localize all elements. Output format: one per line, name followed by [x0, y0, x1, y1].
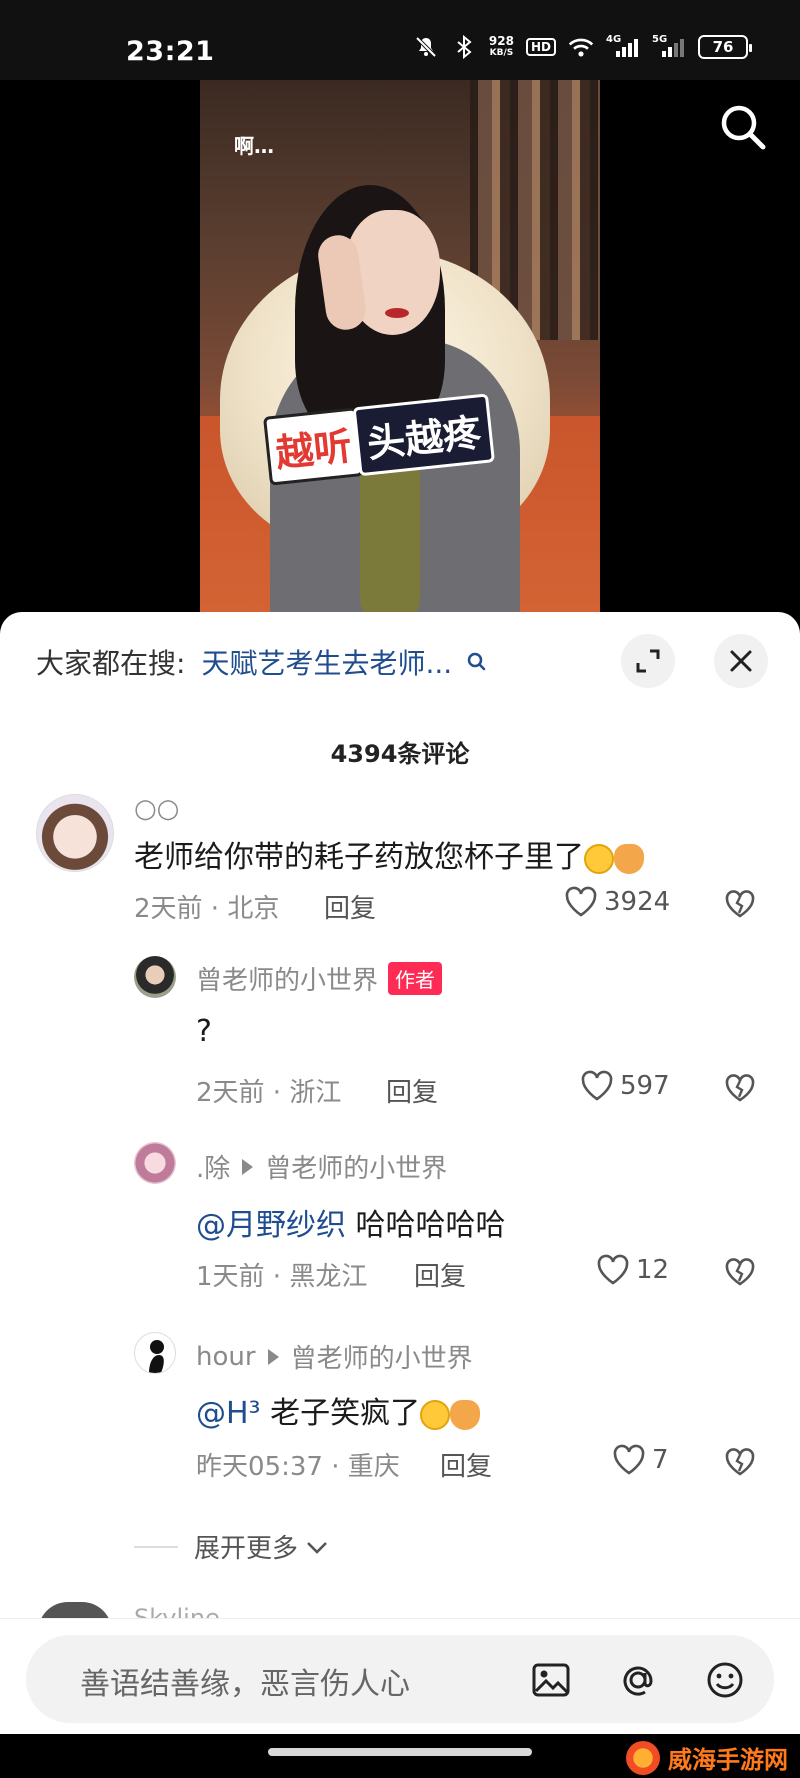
ok-hand-emoji-icon	[450, 1399, 481, 1430]
like-button[interactable]: 12	[596, 1254, 669, 1286]
reply-time-location: 1天前 · 黑龙江	[196, 1262, 368, 1292]
mute-bell-icon	[413, 34, 439, 60]
video-caption-part2: 头越疼	[352, 393, 496, 477]
hd-voice-badge: HD	[525, 38, 556, 56]
avatar[interactable]	[134, 956, 176, 998]
reply-button[interactable]: 回复	[414, 1256, 466, 1293]
reply-to-username[interactable]: 曾老师的小世界	[265, 1148, 447, 1185]
reply-button[interactable]: 回复	[324, 888, 376, 925]
heart-icon	[565, 886, 597, 917]
author-badge: 作者	[388, 962, 443, 995]
suggestion-query-link[interactable]: 天赋艺考生去老师...	[201, 642, 452, 682]
dislike-broken-heart-icon[interactable]	[724, 888, 756, 920]
expand-more-replies[interactable]: 展开更多	[134, 1528, 330, 1565]
emoji-picker-icon[interactable]	[704, 1659, 746, 1701]
reply-item: hour 曾老师的小世界 @H³ 老子笑疯了 昨天05:37 · 重庆 回复 7	[0, 1332, 800, 1492]
like-count: 597	[620, 1071, 670, 1101]
home-indicator[interactable]	[268, 1748, 532, 1756]
fullscreen-comments-button[interactable]	[621, 634, 675, 688]
dislike-broken-heart-icon[interactable]	[724, 1072, 756, 1104]
rolling-laughing-emoji-icon	[584, 843, 614, 874]
reply-item: .除 曾老师的小世界 @月野纱织 哈哈哈哈哈 1天前 · 黑龙江 回复 12	[0, 1142, 800, 1302]
search-icon	[721, 105, 766, 150]
mention-at-icon[interactable]	[617, 1659, 659, 1701]
reply-button[interactable]: 回复	[440, 1446, 492, 1483]
status-icons: 928 KB/S HD 4G 5G 76	[413, 34, 752, 60]
small-search-icon	[467, 652, 486, 671]
status-time: 23:21	[126, 36, 215, 67]
close-icon	[730, 650, 752, 672]
net-speed: 928 KB/S	[488, 34, 514, 58]
comment-input[interactable]: 善语结善缘，恶言伤人心	[26, 1635, 774, 1723]
reply-username[interactable]: 曾老师的小世界 作者	[196, 960, 443, 997]
chevron-down-icon	[307, 1541, 327, 1554]
like-count: 12	[636, 1255, 670, 1285]
signal-5g-icon: 5G	[652, 34, 686, 60]
comment-username[interactable]: ○○	[134, 794, 179, 824]
reply-text: ?	[196, 1014, 212, 1049]
video-frame[interactable]: 啊… 越听 头越疼	[200, 80, 600, 620]
comment-input-bar: 善语结善缘，恶言伤人心	[0, 1618, 800, 1734]
comment-text: 老师给你带的耗子药放您杯子里了	[134, 832, 644, 876]
rolling-laughing-emoji-icon	[420, 1399, 451, 1430]
reply-item: 曾老师的小世界 作者 ? 2天前 · 浙江 回复 597	[0, 952, 800, 1112]
wifi-icon	[568, 34, 594, 60]
search-suggestion[interactable]: 大家都在搜: 天赋艺考生去老师...	[36, 642, 488, 682]
reply-text: @月野纱织 哈哈哈哈哈	[196, 1208, 506, 1243]
like-count: 7	[652, 1445, 669, 1475]
video-side-text: 啊…	[234, 134, 274, 158]
bluetooth-icon	[451, 34, 477, 60]
comment-sheet: 大家都在搜: 天赋艺考生去老师... 4394条评论 ○○ 老师给你带的耗子药放…	[0, 612, 800, 1734]
suggestion-label: 大家都在搜:	[36, 647, 186, 680]
status-bar: 23:21 928 KB/S HD 4G 5G 76	[0, 0, 800, 80]
ok-hand-emoji-icon	[614, 843, 644, 874]
reply-to-username[interactable]: 曾老师的小世界	[291, 1338, 473, 1375]
avatar[interactable]	[36, 794, 114, 872]
like-count: 3924	[604, 887, 671, 917]
reply-text: @H³ 老子笑疯了	[196, 1388, 481, 1432]
heart-icon	[613, 1444, 645, 1475]
dislike-broken-heart-icon[interactable]	[724, 1256, 756, 1288]
close-comments-button[interactable]	[714, 634, 768, 688]
person-lips	[385, 308, 409, 318]
like-button[interactable]: 3924	[564, 886, 670, 918]
like-button[interactable]: 7	[612, 1444, 669, 1476]
reply-time-location: 昨天05:37 · 重庆	[196, 1452, 400, 1482]
video-player[interactable]: 啊… 越听 头越疼	[0, 80, 800, 620]
reply-time-location: 2天前 · 浙江	[196, 1078, 342, 1108]
mention-link[interactable]: @H³	[196, 1396, 261, 1431]
watermark-text: 威海手游网	[668, 1746, 788, 1774]
avatar[interactable]	[134, 1332, 176, 1374]
search-button[interactable]	[716, 100, 770, 154]
reply-to-arrow-icon	[267, 1348, 279, 1365]
mention-link[interactable]: @月野纱织	[196, 1208, 346, 1243]
heart-icon	[581, 1070, 613, 1101]
battery-indicator: 76	[698, 35, 752, 59]
divider	[134, 1545, 178, 1548]
avatar[interactable]	[134, 1142, 176, 1184]
expand-more-label: 展开更多	[194, 1534, 299, 1564]
like-button[interactable]: 597	[580, 1070, 670, 1102]
dislike-broken-heart-icon[interactable]	[724, 1446, 756, 1478]
watermark: 威海手游网	[626, 1740, 788, 1775]
expand-icon	[636, 649, 660, 673]
comment-time-location: 2天前 · 北京	[134, 894, 280, 924]
comment-item: ○○ 老师给你带的耗子药放您杯子里了 2天前 · 北京 回复 3924	[0, 782, 800, 932]
comment-input-placeholder: 善语结善缘，恶言伤人心	[80, 1667, 410, 1702]
image-picker-icon[interactable]	[530, 1659, 572, 1701]
comment-count-title: 4394条评论	[330, 740, 470, 768]
video-caption-part1: 越听	[263, 407, 364, 486]
heart-icon	[597, 1254, 629, 1285]
watermark-logo-icon	[626, 1740, 660, 1775]
reply-to-arrow-icon	[242, 1158, 254, 1175]
system-nav-area: 威海手游网	[0, 1734, 800, 1778]
reply-username[interactable]: hour 曾老师的小世界	[196, 1338, 473, 1375]
reply-button[interactable]: 回复	[386, 1072, 438, 1109]
reply-username[interactable]: .除 曾老师的小世界	[196, 1148, 447, 1185]
signal-4g-icon: 4G	[606, 34, 640, 60]
